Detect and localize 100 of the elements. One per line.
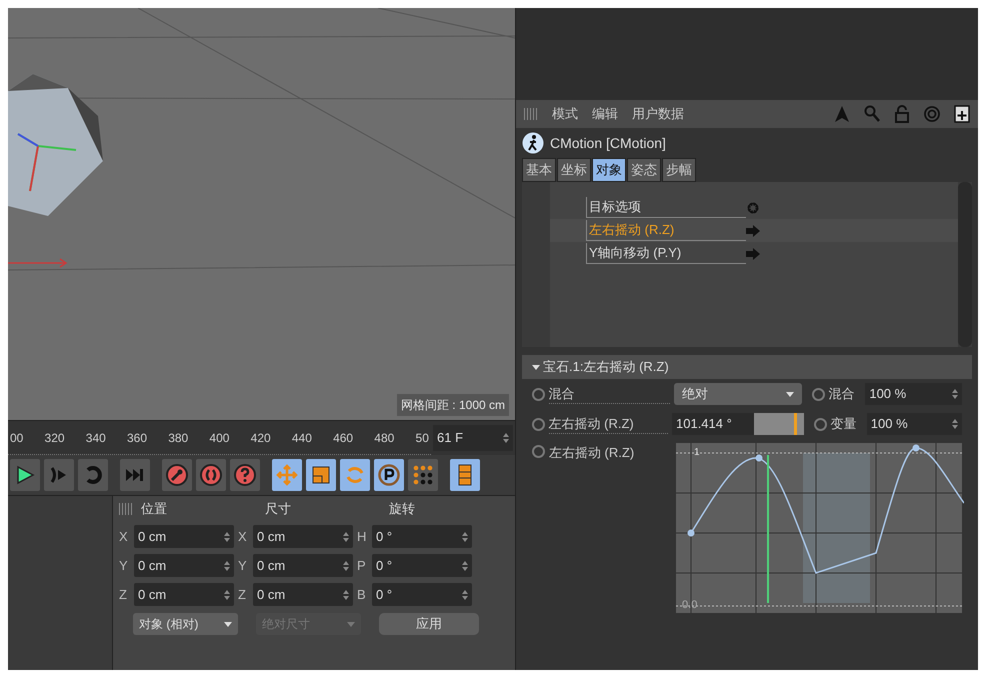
- keyframe-radio[interactable]: [814, 418, 827, 430]
- target-icon[interactable]: [924, 105, 940, 123]
- coordinate-field[interactable]: 0 cm: [253, 554, 353, 577]
- frame-field[interactable]: 61 F: [433, 425, 513, 451]
- spinner-icon[interactable]: [224, 560, 230, 570]
- attribute-tab[interactable]: 坐标: [557, 158, 591, 182]
- coordinate-field[interactable]: 0 °: [372, 583, 472, 606]
- coordinate-field[interactable]: 0 °: [372, 554, 472, 577]
- spinner-icon[interactable]: [462, 590, 468, 600]
- toolbar-end-button[interactable]: [120, 459, 150, 491]
- toolbar-record-button[interactable]: [162, 459, 192, 491]
- grid-spacing-label: 网格间距 : 1000 cm: [396, 394, 509, 416]
- help-icon: [234, 464, 256, 486]
- menu-item[interactable]: 用户数据: [632, 104, 684, 124]
- axis-label: Z: [238, 586, 247, 604]
- timeline-tick-label: 420: [250, 430, 271, 446]
- spinner-icon[interactable]: [462, 560, 468, 570]
- new-panel-icon[interactable]: [954, 105, 970, 123]
- tree-item-label: Y轴向移动 (P.Y): [586, 243, 746, 264]
- tree-item-label: 左右摇动 (R.Z): [586, 220, 746, 241]
- mode-dropdown[interactable]: 对象 (相对): [133, 613, 238, 635]
- spinner-icon[interactable]: [224, 590, 230, 600]
- coordinate-field[interactable]: 0 cm: [134, 525, 234, 548]
- parameter-label: 混合: [548, 384, 670, 404]
- blend-dropdown[interactable]: 绝对: [674, 383, 802, 405]
- keyframe-radio[interactable]: [532, 445, 545, 458]
- toolbar-play-button[interactable]: [10, 459, 40, 491]
- scale-icon: [310, 464, 332, 486]
- axis-label: X: [238, 528, 248, 546]
- lock-icon[interactable]: [894, 105, 910, 123]
- arrow-right-icon: [746, 224, 760, 236]
- search-icon[interactable]: [864, 105, 880, 123]
- axis-label: B: [357, 586, 367, 604]
- value-field[interactable]: 101.414 °: [672, 413, 754, 435]
- curve-max-label: 1: [694, 446, 700, 460]
- coordinate-field[interactable]: 0 cm: [134, 554, 234, 577]
- object-title: CMotion [CMotion]: [550, 134, 666, 153]
- keyframe-radio[interactable]: [812, 388, 825, 400]
- curve-min-label: 0.0: [682, 598, 698, 612]
- spinner-icon[interactable]: [343, 532, 349, 542]
- timeline-tick-label: 480: [374, 430, 394, 446]
- toolbar-loop-button[interactable]: [78, 459, 108, 491]
- spinner-icon[interactable]: [503, 433, 509, 443]
- coordinate-field[interactable]: 0 cm: [253, 525, 353, 548]
- curve-graph[interactable]: 1 0.0: [676, 443, 962, 613]
- spinner-icon[interactable]: [224, 532, 230, 542]
- keyframe-radio[interactable]: [532, 388, 545, 400]
- parameter-label: 混合: [828, 385, 856, 404]
- slider-handle[interactable]: [794, 413, 797, 435]
- spinner-icon[interactable]: [952, 389, 958, 399]
- attribute-tab[interactable]: 对象: [592, 158, 626, 182]
- section-header[interactable]: 宝石.1:左右摇动 (R.Z): [522, 355, 972, 379]
- value-slider[interactable]: [754, 413, 804, 435]
- spinner-icon[interactable]: [952, 419, 958, 429]
- apply-button[interactable]: 应用: [379, 613, 479, 635]
- autokey-icon: [200, 464, 222, 486]
- coordinate-field[interactable]: 0 cm: [253, 583, 353, 606]
- tree-item-label: 目标选项: [586, 197, 746, 218]
- attribute-tab[interactable]: 基本: [522, 158, 556, 182]
- toolbar-help-button[interactable]: [230, 459, 260, 491]
- timeline-tick-label: 460: [333, 430, 354, 446]
- toolbar-autokey-button[interactable]: [196, 459, 226, 491]
- toolbar-dots-button[interactable]: [408, 459, 438, 491]
- parameter-label: 左右摇动 (R.Z): [548, 414, 668, 434]
- rotate-icon: [344, 464, 366, 486]
- move-icon: [276, 464, 298, 486]
- key-icon: [166, 464, 188, 486]
- toolbar-film-button[interactable]: [450, 459, 480, 491]
- spinner-icon[interactable]: [343, 560, 349, 570]
- axis-label: P: [357, 556, 367, 575]
- scrollbar[interactable]: [958, 182, 972, 347]
- caret-icon: [532, 364, 540, 370]
- percent-field[interactable]: 100 %: [865, 383, 962, 405]
- spinner-icon[interactable]: [343, 590, 349, 600]
- menu-item[interactable]: 模式: [552, 104, 578, 124]
- timeline-tick-label: 50: [416, 430, 429, 446]
- toolbar-param-button[interactable]: [374, 459, 404, 491]
- pointer-arrow-icon[interactable]: [834, 105, 850, 123]
- axis-label: Y: [119, 556, 129, 575]
- timeline-tick-label: 380: [168, 430, 188, 446]
- gear-icon: [746, 200, 760, 214]
- timeline-tick-label: 440: [292, 430, 312, 446]
- attribute-tab[interactable]: 姿态: [627, 158, 661, 182]
- parameter-label: 变量: [830, 415, 858, 434]
- 3d-viewport[interactable]: 网格间距 : 1000 cm: [8, 8, 515, 420]
- coordinate-field[interactable]: 0 °: [372, 525, 472, 548]
- menu-item[interactable]: 编辑: [592, 104, 618, 124]
- timeline-tick-label: 340: [86, 430, 106, 446]
- x-axis-arrow: [8, 258, 68, 268]
- coordinate-field[interactable]: 0 cm: [134, 583, 234, 606]
- axis-label: X: [119, 528, 129, 546]
- axis-label: Z: [119, 586, 128, 604]
- percent-field[interactable]: 100 %: [866, 413, 962, 435]
- spinner-icon[interactable]: [462, 532, 468, 542]
- toolbar-scale-button[interactable]: [306, 459, 336, 491]
- column-header: 尺寸: [265, 500, 292, 518]
- tree-row[interactable]: 左右摇动 (R.Z): [550, 219, 958, 242]
- attribute-tab[interactable]: 步幅: [662, 158, 696, 182]
- keyframe-radio[interactable]: [532, 418, 545, 430]
- axis-label: H: [357, 528, 368, 546]
